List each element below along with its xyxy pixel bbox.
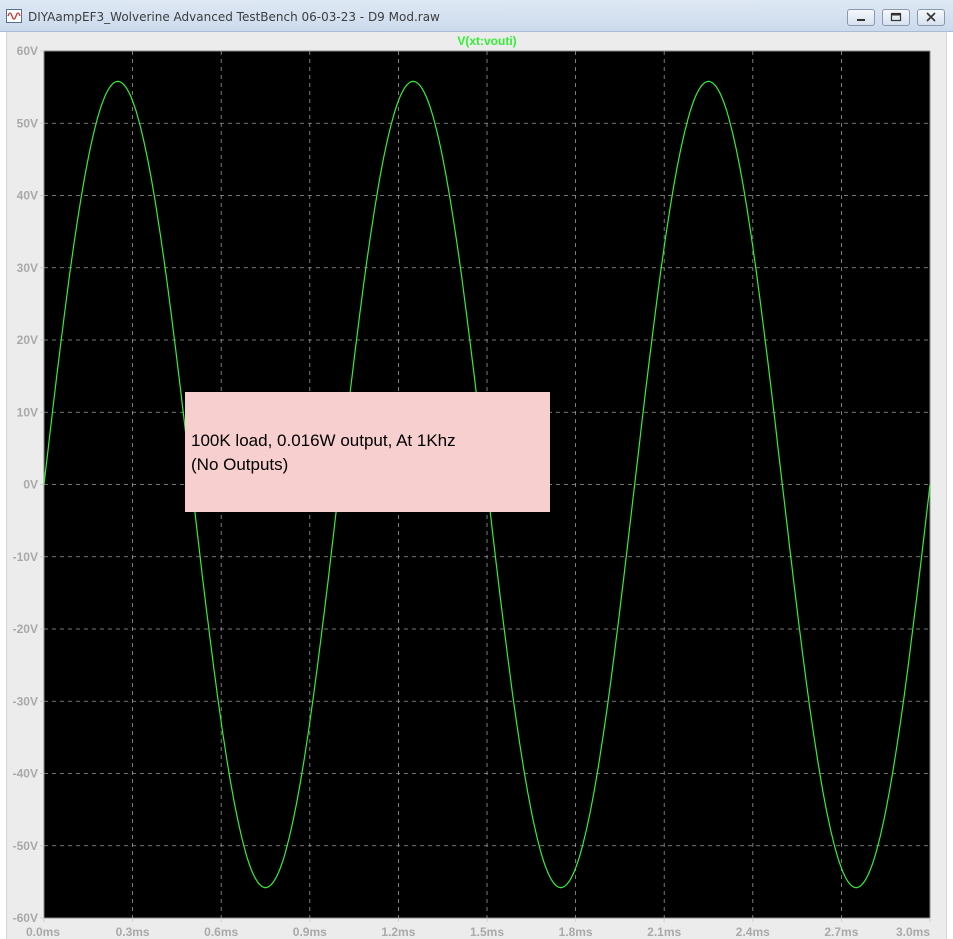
y-tick-label: -10V (13, 550, 38, 564)
x-tick-label: 0.0ms (26, 925, 60, 939)
x-tick-label: 2.1ms (647, 925, 681, 939)
y-tick-label: -30V (13, 694, 38, 708)
y-tick-label: 20V (17, 333, 38, 347)
x-tick-label: 0.9ms (293, 925, 327, 939)
y-tick-label: 0V (23, 478, 38, 492)
x-tick-label: 3.0ms (896, 925, 930, 939)
annotation-line-1: 100K load, 0.016W output, At 1Khz (191, 431, 456, 450)
x-tick-label: 1.5ms (470, 925, 504, 939)
y-tick-label: 50V (17, 116, 38, 130)
chart-title[interactable]: V(xt:vouti) (457, 34, 516, 48)
y-tick-label: 30V (17, 261, 38, 275)
y-tick-label: -60V (13, 911, 38, 925)
x-tick-label: 2.7ms (824, 925, 858, 939)
y-tick-label: -40V (13, 767, 38, 781)
y-tick-label: 40V (17, 189, 38, 203)
y-tick-label: 60V (17, 44, 38, 58)
y-tick-label: 10V (17, 405, 38, 419)
y-axis-tick-labels: 60V 50V 40V 30V 20V 10V 0V -10V -20V -30V -40V -50V… (13, 44, 44, 925)
x-axis-tick-labels: 0.0ms 0.3ms 0.6ms 0.9ms 1.2ms 1.5ms 1.8ms 2.1ms… (26, 918, 931, 939)
x-tick-label: 2.4ms (736, 925, 770, 939)
x-tick-label: 1.8ms (559, 925, 593, 939)
x-tick-label: 1.2ms (381, 925, 415, 939)
x-tick-label: 0.6ms (204, 925, 238, 939)
annotation-box[interactable]: 100K load, 0.016W output, At 1Khz (No Ou… (185, 392, 550, 512)
x-tick-label: 0.3ms (116, 925, 150, 939)
y-tick-label: -20V (13, 622, 38, 636)
y-tick-label: -50V (13, 839, 38, 853)
annotation-line-2: (No Outputs) (191, 455, 289, 474)
